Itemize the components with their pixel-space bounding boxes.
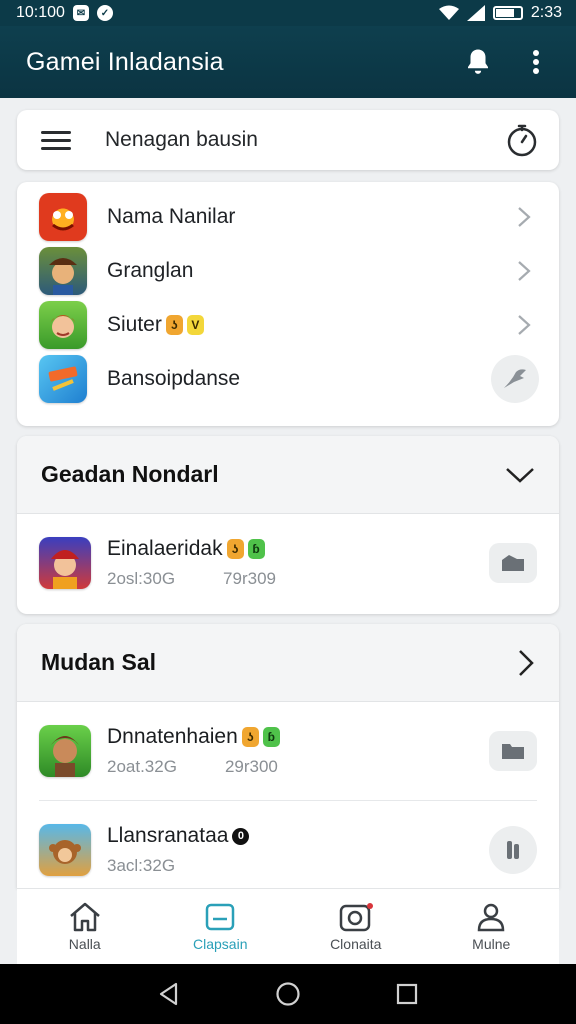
status-time-left: 10:100 [16, 4, 65, 21]
badge-icon: ʖ [241, 727, 259, 747]
item-size: 2osl:30G [107, 569, 176, 588]
list-item-label: Nama Nanilar [107, 205, 236, 228]
list-item[interactable]: Einalaeridak ʖ ɓ 2osl:30G 79r309 [17, 514, 559, 612]
home-icon [69, 902, 100, 931]
badge-icon: ɓ [262, 727, 280, 747]
item-count: 79r309 [223, 569, 276, 588]
nav-camera-label: Clonaita [330, 935, 382, 952]
badge-icon: ɓ [247, 539, 265, 559]
item-title: Einalaeridak [107, 537, 223, 560]
check-notification-icon: ✓ [96, 5, 113, 21]
overflow-menu-button[interactable] [516, 42, 556, 82]
status-time-right: 2:33 [530, 4, 562, 21]
badge-icon: ʖ [165, 315, 183, 335]
list-item-label: Granglan [107, 259, 194, 282]
badge-icon: 0 [232, 827, 250, 845]
item-size: 2oat.32G [107, 757, 177, 776]
item-size: 3acl:32G [107, 856, 176, 875]
search-bar[interactable]: Nenagan bausin [17, 110, 559, 170]
wifi-icon [438, 5, 459, 20]
item-count: 29r300 [224, 757, 278, 776]
nav-home[interactable]: Nalla [17, 889, 153, 964]
folder-icon [502, 744, 524, 759]
warrior-app-icon [39, 725, 91, 777]
monkey-app-icon [39, 824, 91, 876]
item-title: Llansranataa [107, 824, 229, 847]
folder-button[interactable] [489, 731, 537, 771]
section-title: Geadan Nondarl [41, 461, 219, 487]
badge-icon: ʖ [226, 539, 244, 559]
nav-camera[interactable]: Clonaita [288, 889, 424, 964]
pirate-app-icon [39, 247, 87, 295]
camera-icon [339, 902, 373, 931]
blue-app-icon [39, 355, 87, 403]
chevron-right-icon [509, 310, 539, 340]
nav-clapsain-label: Clapsain [193, 935, 248, 952]
nav-profile-label: Mulne [472, 935, 511, 952]
nav-profile[interactable]: Mulne [424, 889, 560, 964]
status-bar: 10:100 ✉ ✓ 2:33 [0, 0, 576, 26]
chevron-right-icon [509, 256, 539, 286]
list-item[interactable]: Llansranataa 0 3acl:32G [17, 801, 559, 888]
chevron-down-icon[interactable] [505, 466, 535, 484]
app-list: Nama Nanilar Granglan Siuter ʖ V Bansoip… [17, 182, 559, 426]
list-item-label: Bansoipdanse [107, 367, 241, 390]
chevron-right-icon[interactable] [517, 649, 535, 677]
section-card-2: Mudan Sal Dnnatenhaien ʖ ɓ 2oat.32G 29r3… [17, 624, 559, 888]
app-title: Gamei Inladansia [26, 47, 224, 76]
bird-icon [504, 369, 526, 388]
list-item[interactable]: Granglan [17, 244, 559, 298]
girl-app-icon [39, 301, 87, 349]
tablet-icon [206, 903, 235, 930]
section-header[interactable]: Mudan Sal [17, 624, 559, 702]
home-circle-icon[interactable] [275, 981, 301, 1007]
section-title: Mudan Sal [41, 649, 157, 675]
pause-icon [507, 841, 519, 859]
section-card-1: Geadan Nondarl Einalaeridak ʖ ɓ 2osl:30G… [17, 436, 559, 614]
back-icon[interactable] [158, 982, 180, 1006]
list-item[interactable]: Siuter ʖ V [17, 298, 559, 352]
red-monster-app-icon [39, 193, 87, 241]
bird-action-button[interactable] [491, 355, 539, 403]
notification-bell-button[interactable] [458, 42, 498, 82]
list-item[interactable]: Nama Nanilar [17, 190, 559, 244]
nav-home-label: Nalla [68, 935, 101, 952]
signal-icon [466, 5, 485, 21]
timer-icon[interactable] [505, 123, 539, 157]
pause-button[interactable] [489, 826, 537, 874]
chevron-right-icon [509, 202, 539, 232]
list-item-text: Siuter [107, 313, 162, 336]
upload-folder-icon [502, 555, 524, 571]
person-icon [477, 903, 505, 931]
list-item-label: Siuter ʖ V [107, 313, 509, 337]
recents-icon[interactable] [396, 983, 418, 1005]
list-item[interactable]: Dnnatenhaien ʖ ɓ 2oat.32G 29r300 [17, 702, 559, 800]
system-navigation-bar [0, 964, 576, 1024]
badge-icon: V [186, 315, 204, 335]
battery-icon [492, 6, 523, 20]
section-header[interactable]: Geadan Nondarl [17, 436, 559, 514]
search-input[interactable]: Nenagan bausin [105, 128, 505, 152]
menu-icon[interactable] [41, 126, 71, 155]
list-item[interactable]: Bansoipdanse [17, 352, 559, 406]
mail-notification-icon: ✉ [72, 5, 89, 21]
app-bar: Gamei Inladansia [0, 26, 576, 98]
upload-button[interactable] [489, 543, 537, 583]
more-vertical-icon [533, 50, 539, 74]
hero-app-icon [39, 537, 91, 589]
bottom-navigation: Nalla Clapsain Clonaita Mulne [17, 888, 559, 964]
nav-clapsain[interactable]: Clapsain [153, 889, 289, 964]
item-title: Dnnatenhaien [107, 725, 238, 748]
bell-icon [468, 49, 488, 74]
